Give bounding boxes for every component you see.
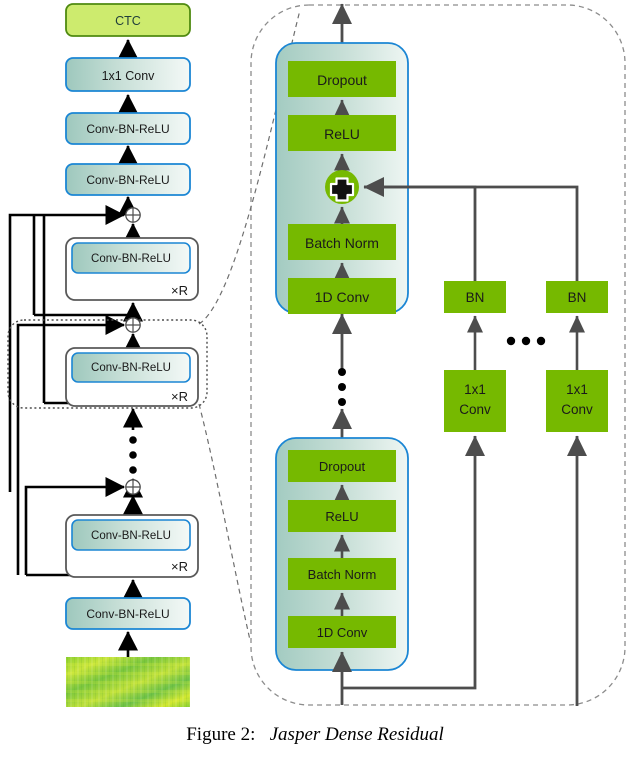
layer-batchnorm-bottom-label: Batch Norm [308,567,377,582]
branch-right-bn[interactable]: BN [546,281,608,313]
branch-right-1x1conv-label-1: 1x1 [566,382,588,397]
block-repeat-1-count: ×R [171,283,188,298]
block-repeat-3-label: Conv-BN-ReLU [91,530,171,542]
block-cbr-bottom[interactable]: Conv-BN-ReLU [65,597,191,630]
jasper-dense-residual-diagram: CTC 1x1 Conv Conv-BN-ReLU Conv-BN-ReLU C… [7,3,626,707]
layer-1dconv-bottom[interactable]: 1D Conv [288,616,396,648]
layer-batchnorm-bottom[interactable]: Batch Norm [288,558,396,590]
block-1x1-conv[interactable]: 1x1 Conv [65,57,191,92]
branch-left-bn-label: BN [466,290,485,305]
block-ctc-label: CTC [115,14,141,28]
branch-right-bn-label: BN [568,290,587,305]
sum-node-3 [125,479,141,495]
block-repeat-2[interactable]: Conv-BN-ReLU ×R [65,347,199,407]
figure-caption: Figure 2: Jasper Dense Residual [0,718,630,758]
layer-batchnorm-top-label: Batch Norm [305,235,379,251]
block-1x1-conv-label: 1x1 Conv [102,69,156,83]
figure-caption-label: Figure 2: [186,724,256,745]
layer-dropout-bottom[interactable]: Dropout [288,450,396,482]
sum-node-2 [125,317,141,333]
layer-relu-bottom-label: ReLU [325,509,358,524]
block-cbr-top-2[interactable]: Conv-BN-ReLU [65,112,191,145]
layer-relu-bottom[interactable]: ReLU [288,500,396,532]
branch-left-1x1conv-label-1: 1x1 [464,382,486,397]
block-cbr-bottom-label: Conv-BN-ReLU [86,607,169,621]
block-cbr-top-2-label: Conv-BN-ReLU [86,122,169,136]
layer-batchnorm-top[interactable]: Batch Norm [288,224,396,260]
layer-dropout-top[interactable]: Dropout [288,61,396,97]
block-repeat-2-count: ×R [171,389,188,404]
block-cbr-top-1-label: Conv-BN-ReLU [86,173,169,187]
block-repeat-1-label: Conv-BN-ReLU [91,253,171,265]
layer-dropout-top-label: Dropout [317,72,367,88]
branch-left-1x1conv-label-2: Conv [459,402,491,417]
layer-relu-top[interactable]: ReLU [288,115,396,151]
layer-dropout-bottom-label: Dropout [319,459,366,474]
left-column-vertical-dots [129,436,137,474]
layer-1dconv-top[interactable]: 1D Conv [288,278,396,314]
figure-caption-title: Jasper Dense Residual [269,724,444,745]
layer-1dconv-top-label: 1D Conv [315,289,369,305]
layer-1dconv-bottom-label: 1D Conv [317,625,368,640]
block-repeat-3-count: ×R [171,559,188,574]
block-ctc[interactable]: CTC [65,3,191,37]
layer-relu-top-label: ReLU [324,126,360,142]
residual-add-node: + [325,170,359,204]
sum-node-1 [125,207,141,223]
figure-canvas: CTC 1x1 Conv Conv-BN-ReLU Conv-BN-ReLU C… [0,0,630,764]
branch-left-1x1conv[interactable]: 1x1 Conv [444,370,506,432]
block-repeat-1[interactable]: Conv-BN-ReLU ×R [65,237,199,301]
branch-left-bn[interactable]: BN [444,281,506,313]
right-panel-vertical-dots [338,368,346,406]
block-repeat-2-label: Conv-BN-ReLU [91,362,171,374]
input-spectrogram [66,657,190,707]
branch-horizontal-dots [506,336,546,346]
branch-right-1x1conv-label-2: Conv [561,402,593,417]
block-repeat-3[interactable]: Conv-BN-ReLU ×R [65,514,199,578]
branch-right-1x1conv[interactable]: 1x1 Conv [546,370,608,432]
block-cbr-top-1[interactable]: Conv-BN-ReLU [65,163,191,196]
